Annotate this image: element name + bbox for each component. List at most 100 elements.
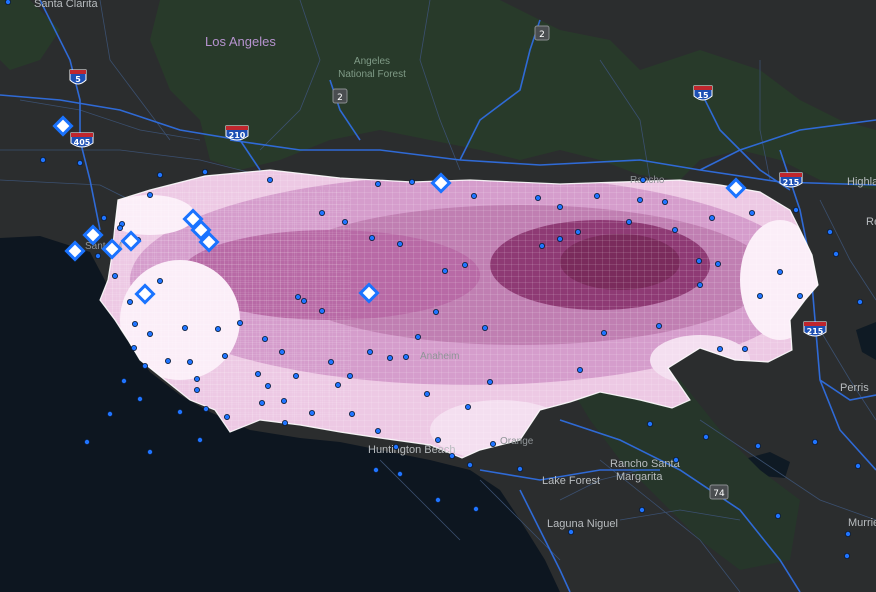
stop-point[interactable] xyxy=(489,440,496,447)
stop-point[interactable] xyxy=(131,320,138,327)
stop-point[interactable] xyxy=(535,194,542,201)
stop-point[interactable] xyxy=(117,224,124,231)
stop-point[interactable] xyxy=(396,470,403,477)
stop-point[interactable] xyxy=(775,513,782,520)
stop-point[interactable] xyxy=(715,260,722,267)
stop-point[interactable] xyxy=(193,375,200,382)
stop-point[interactable] xyxy=(40,156,47,163)
map-view[interactable]: 5 405 210 15 215 215 2 2 74 Santa Clarit… xyxy=(0,0,876,592)
stop-point[interactable] xyxy=(742,345,749,352)
stop-point[interactable] xyxy=(130,344,137,351)
stop-point[interactable] xyxy=(626,218,633,225)
stop-point[interactable] xyxy=(136,395,143,402)
stop-point[interactable] xyxy=(472,505,479,512)
stop-point[interactable] xyxy=(386,354,393,361)
stop-point[interactable] xyxy=(346,372,353,379)
stop-point[interactable] xyxy=(812,438,819,445)
stop-point[interactable] xyxy=(374,427,381,434)
stop-point[interactable] xyxy=(432,308,439,315)
stop-point[interactable] xyxy=(201,168,208,175)
stop-point[interactable] xyxy=(146,191,153,198)
stop-point[interactable] xyxy=(557,235,564,242)
stop-point[interactable] xyxy=(481,324,488,331)
stop-point[interactable] xyxy=(254,370,261,377)
stop-point[interactable] xyxy=(264,382,271,389)
stop-point[interactable] xyxy=(517,465,524,472)
stop-point[interactable] xyxy=(164,357,171,364)
stop-point[interactable] xyxy=(441,267,448,274)
stop-point[interactable] xyxy=(341,218,348,225)
stop-point[interactable] xyxy=(656,322,663,329)
stop-point[interactable] xyxy=(372,466,379,473)
stop-point[interactable] xyxy=(697,281,704,288)
stop-point[interactable] xyxy=(202,405,209,412)
stop-point[interactable] xyxy=(749,209,756,216)
stop-point[interactable] xyxy=(176,408,183,415)
stop-point[interactable] xyxy=(156,277,163,284)
stop-point[interactable] xyxy=(280,397,287,404)
stop-point[interactable] xyxy=(368,234,375,241)
stop-point[interactable] xyxy=(193,386,200,393)
stop-point[interactable] xyxy=(855,462,862,469)
stop-point[interactable] xyxy=(640,176,647,183)
stop-point[interactable] xyxy=(294,293,301,300)
stop-point[interactable] xyxy=(278,348,285,355)
stop-point[interactable] xyxy=(639,506,646,513)
stop-point[interactable] xyxy=(107,410,114,417)
stop-point[interactable] xyxy=(348,410,355,417)
stop-point[interactable] xyxy=(464,403,471,410)
stop-point[interactable] xyxy=(77,159,84,166)
stop-point[interactable] xyxy=(647,420,654,427)
stop-point[interactable] xyxy=(448,452,455,459)
stop-point[interactable] xyxy=(300,297,307,304)
stop-point[interactable] xyxy=(539,242,546,249)
stop-point[interactable] xyxy=(557,203,564,210)
stop-point[interactable] xyxy=(575,228,582,235)
stop-point[interactable] xyxy=(703,433,710,440)
stop-point[interactable] xyxy=(757,292,764,299)
stop-point[interactable] xyxy=(833,250,840,257)
stop-point[interactable] xyxy=(845,531,852,538)
map-canvas[interactable]: 5 405 210 15 215 215 2 2 74 Santa Clarit… xyxy=(0,0,876,592)
stop-point[interactable] xyxy=(717,345,724,352)
stop-point[interactable] xyxy=(112,272,119,279)
stop-point[interactable] xyxy=(696,257,703,264)
stop-point[interactable] xyxy=(709,214,716,221)
stop-point[interactable] xyxy=(396,240,403,247)
stop-point[interactable] xyxy=(236,319,243,326)
stop-point[interactable] xyxy=(577,366,584,373)
stop-point[interactable] xyxy=(186,358,193,365)
stop-point[interactable] xyxy=(797,292,804,299)
stop-point[interactable] xyxy=(777,268,784,275)
stop-point[interactable] xyxy=(196,436,203,443)
stop-point[interactable] xyxy=(844,553,851,560)
stop-point[interactable] xyxy=(466,461,473,468)
stop-point[interactable] xyxy=(402,353,409,360)
stop-point[interactable] xyxy=(308,409,315,416)
stop-point[interactable] xyxy=(327,358,334,365)
stop-point[interactable] xyxy=(408,178,415,185)
stop-point[interactable] xyxy=(594,192,601,199)
stop-point[interactable] xyxy=(672,226,679,233)
stop-point[interactable] xyxy=(5,0,11,5)
stop-point[interactable] xyxy=(95,252,102,259)
stop-point[interactable] xyxy=(434,496,441,503)
stop-point[interactable] xyxy=(470,192,477,199)
stop-point[interactable] xyxy=(414,333,421,340)
stop-point[interactable] xyxy=(101,214,108,221)
stop-point[interactable] xyxy=(141,362,148,369)
stop-point[interactable] xyxy=(423,390,430,397)
stop-point[interactable] xyxy=(827,228,834,235)
stop-point[interactable] xyxy=(673,456,680,463)
stop-point[interactable] xyxy=(434,436,441,443)
stop-point[interactable] xyxy=(366,348,373,355)
stop-point[interactable] xyxy=(637,196,644,203)
stop-point[interactable] xyxy=(793,206,800,213)
stop-point[interactable] xyxy=(486,378,493,385)
diamond-marker-icon[interactable] xyxy=(52,115,74,137)
stop-point[interactable] xyxy=(221,352,228,359)
stop-point[interactable] xyxy=(292,372,299,379)
stop-point[interactable] xyxy=(121,377,128,384)
stop-point[interactable] xyxy=(755,442,762,449)
stop-point[interactable] xyxy=(258,399,265,406)
